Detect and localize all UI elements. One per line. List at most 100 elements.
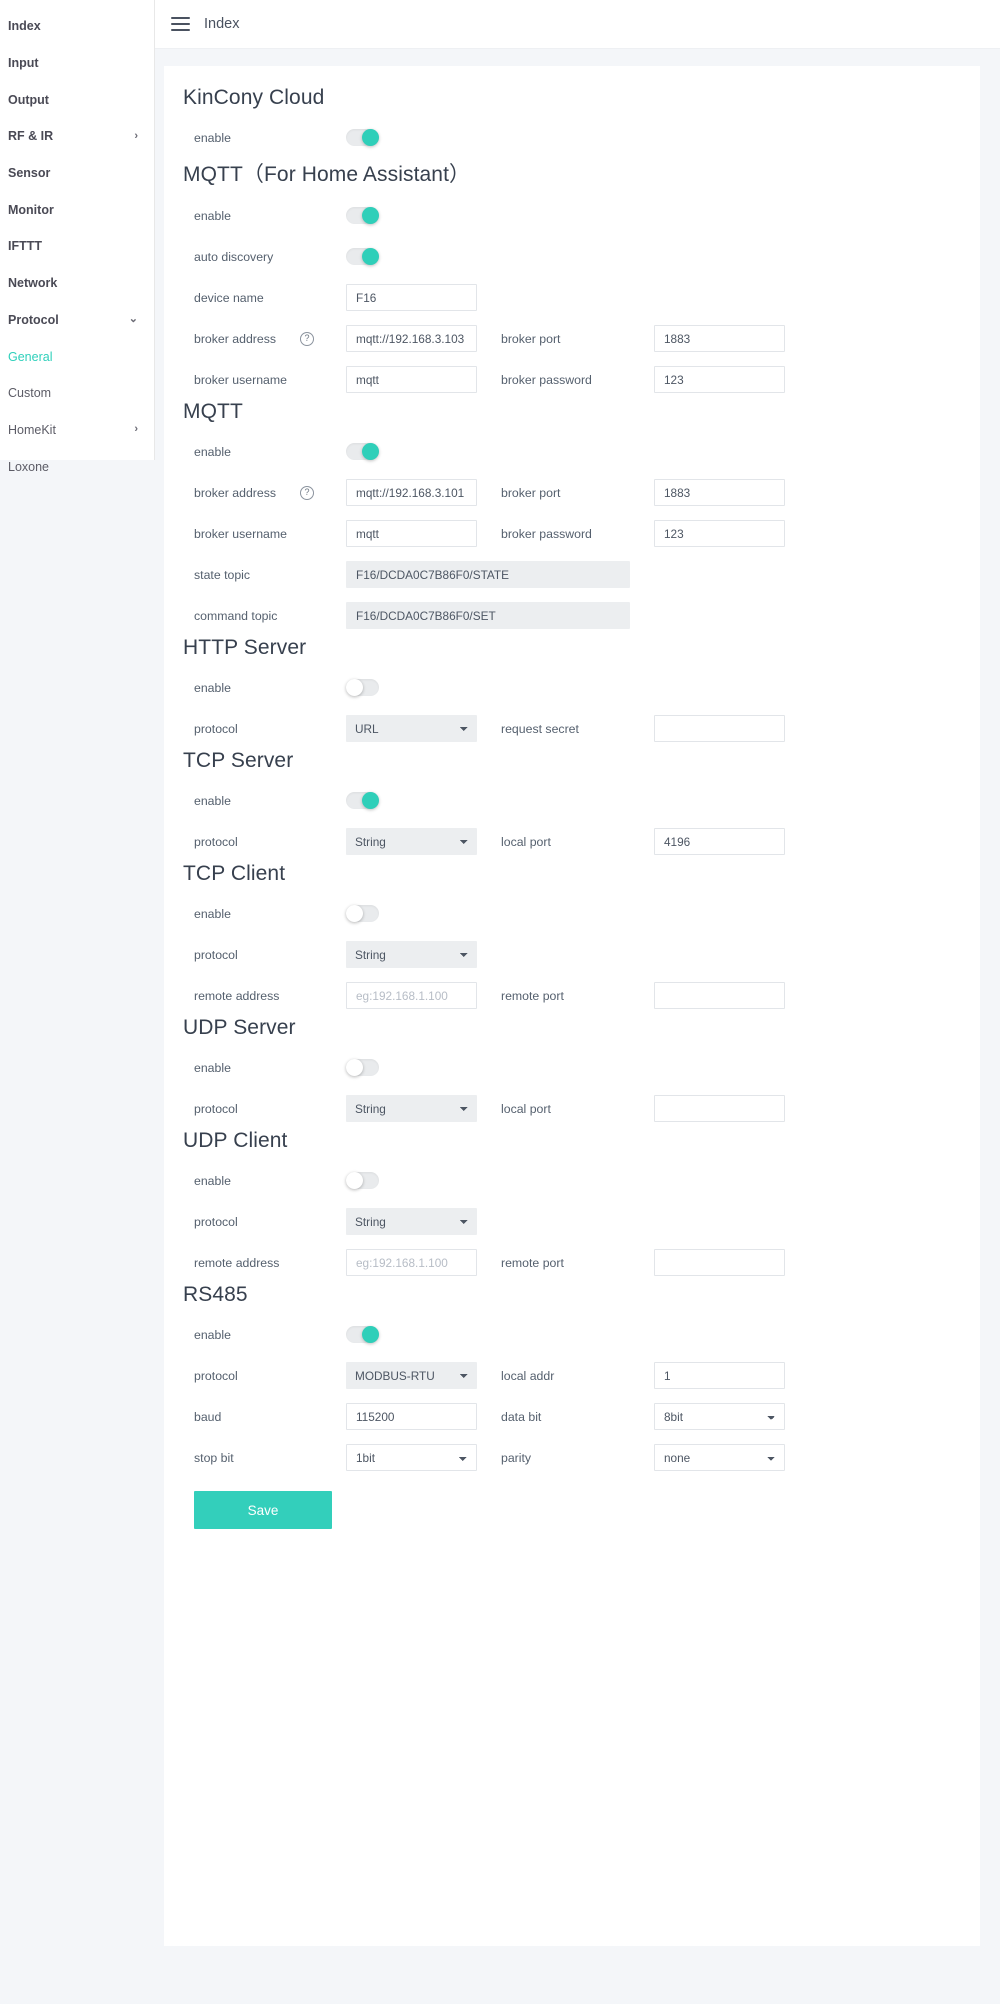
input-mqtt-ha-broker-port[interactable] — [654, 325, 785, 352]
input-rs485-local-addr[interactable] — [654, 1362, 785, 1389]
sidebar-item-sensor[interactable]: Sensor — [0, 155, 154, 192]
sidebar-item-monitor[interactable]: Monitor — [0, 191, 154, 228]
sidebar-item-loxone[interactable]: Loxone — [0, 448, 154, 485]
section-title-tcp-server: TCP Server — [183, 749, 294, 772]
label-text: broker address — [194, 485, 277, 500]
sidebar-item-label: IFTTT — [8, 239, 43, 254]
sidebar-item-label: Network — [8, 276, 58, 291]
label-text: broker address — [194, 331, 277, 346]
input-tcp-client-remote-port[interactable] — [654, 982, 785, 1009]
toggle-tcp-server-enable[interactable] — [346, 792, 379, 809]
save-button[interactable]: Save — [194, 1491, 332, 1529]
sidebar-item-homekit[interactable]: HomeKit › — [0, 412, 154, 449]
select-udp-server-protocol[interactable]: StringHEXJSON — [346, 1095, 477, 1122]
sidebar-item-label: Protocol — [8, 312, 59, 327]
toggle-tcp-client-enable[interactable] — [346, 905, 379, 922]
input-udp-client-remote-port[interactable] — [654, 1249, 785, 1276]
settings-card: KinCony Cloud enable MQTT（For Home Assis… — [164, 66, 980, 1946]
label-mqtt-broker-address: broker address ? — [194, 485, 346, 500]
label-tcp-client-protocol: protocol — [194, 947, 238, 962]
row-http-server-enable: enable — [178, 667, 952, 708]
toggle-mqtt-ha-enable[interactable] — [346, 207, 379, 224]
row-mqtt-ha-broker-username: broker username broker password — [178, 359, 952, 400]
sidebar-item-label: Index — [8, 19, 41, 34]
label-tcp-server-protocol: protocol — [194, 834, 238, 849]
input-mqtt-ha-broker-address[interactable] — [346, 325, 477, 352]
select-tcp-server-protocol[interactable]: StringHEXJSONMODBUS-TCP — [346, 828, 477, 855]
input-rs485-baud[interactable] — [346, 1403, 477, 1430]
label-rs485-data-bit: data bit — [501, 1409, 542, 1424]
input-udp-client-remote-address[interactable] — [346, 1249, 477, 1276]
select-rs485-stop-bit[interactable]: 1bit1.5bit2bit — [346, 1444, 477, 1471]
row-rs485-protocol: protocol MODBUS-RTUStringHEX local addr — [178, 1355, 952, 1396]
input-mqtt-ha-broker-password[interactable] — [654, 366, 785, 393]
toggle-mqtt-enable[interactable] — [346, 443, 379, 460]
select-rs485-protocol[interactable]: MODBUS-RTUStringHEX — [346, 1362, 477, 1389]
label-rs485-local-addr: local addr — [501, 1368, 555, 1383]
row-tcp-client-protocol: protocol StringHEXJSONMODBUS-TCP — [178, 934, 952, 975]
toggle-rs485-enable[interactable] — [346, 1326, 379, 1343]
row-rs485-baud: baud data bit 8bit7bit6bit5bit — [178, 1396, 952, 1437]
toggle-udp-server-enable[interactable] — [346, 1059, 379, 1076]
sidebar-item-label: Custom — [8, 386, 52, 401]
chevron-right-icon: › — [134, 129, 138, 142]
toggle-mqtt-ha-auto-discovery[interactable] — [346, 248, 379, 265]
sidebar-item-index[interactable]: Index — [0, 8, 154, 45]
sidebar-item-general[interactable]: General — [0, 338, 154, 375]
row-udp-client-enable: enable — [178, 1160, 952, 1201]
input-mqtt-command-topic — [346, 602, 630, 629]
input-tcp-server-local-port[interactable] — [654, 828, 785, 855]
label-rs485-protocol: protocol — [194, 1368, 238, 1383]
sidebar-item-rf-and-ir[interactable]: RF & IR › — [0, 118, 154, 155]
section-title-rs485: RS485 — [183, 1283, 248, 1306]
label-mqtt-ha-broker-port: broker port — [501, 331, 561, 346]
label-mqtt-broker-port: broker port — [501, 485, 561, 500]
select-udp-client-protocol[interactable]: StringHEXJSON — [346, 1208, 477, 1235]
row-tcp-client-enable: enable — [178, 893, 952, 934]
section-title-mqtt: MQTT — [183, 400, 243, 423]
sidebar: Index Input Output RF & IR › Sensor Moni… — [0, 0, 155, 474]
label-tcp-server-enable: enable — [194, 793, 231, 808]
sidebar-item-ifttt[interactable]: IFTTT — [0, 228, 154, 265]
label-rs485-enable: enable — [194, 1327, 231, 1342]
input-mqtt-broker-port[interactable] — [654, 479, 785, 506]
sidebar-item-input[interactable]: Input — [0, 45, 154, 82]
row-mqtt-enable: enable — [178, 431, 952, 472]
select-http-server-protocol[interactable]: URLJSONStringHEX — [346, 715, 477, 742]
toggle-udp-client-enable[interactable] — [346, 1172, 379, 1189]
input-udp-server-local-port[interactable] — [654, 1095, 785, 1122]
toggle-kincony-cloud-enable[interactable] — [346, 129, 379, 146]
hamburger-icon[interactable] — [171, 17, 190, 31]
label-mqtt-command-topic: command topic — [194, 608, 278, 623]
select-rs485-data-bit[interactable]: 8bit7bit6bit5bit — [654, 1403, 785, 1430]
sidebar-item-output[interactable]: Output — [0, 81, 154, 118]
input-http-server-request-secret[interactable] — [654, 715, 785, 742]
input-mqtt-broker-password[interactable] — [654, 520, 785, 547]
sidebar-item-protocol[interactable]: Protocol ⌄ — [0, 302, 154, 339]
sidebar-item-network[interactable]: Network — [0, 265, 154, 302]
section-title-udp-client: UDP Client — [183, 1129, 288, 1152]
sidebar-item-label: Input — [8, 56, 39, 71]
help-icon[interactable]: ? — [300, 331, 315, 346]
sidebar-item-custom[interactable]: Custom — [0, 375, 154, 412]
section-title-kincony-cloud: KinCony Cloud — [183, 86, 325, 109]
label-udp-client-protocol: protocol — [194, 1214, 238, 1229]
row-rs485-enable: enable — [178, 1314, 952, 1355]
row-tcp-client-remote-address: remote address remote port — [178, 975, 952, 1016]
label-udp-client-enable: enable — [194, 1173, 231, 1188]
input-mqtt-ha-device-name[interactable] — [346, 284, 477, 311]
input-mqtt-state-topic — [346, 561, 630, 588]
row-tcp-server-protocol: protocol StringHEXJSONMODBUS-TCP local p… — [178, 821, 952, 862]
input-mqtt-broker-username[interactable] — [346, 520, 477, 547]
row-mqtt-ha-enable: enable — [178, 195, 952, 236]
label-http-server-enable: enable — [194, 680, 231, 695]
select-tcp-client-protocol[interactable]: StringHEXJSONMODBUS-TCP — [346, 941, 477, 968]
toggle-http-server-enable[interactable] — [346, 679, 379, 696]
input-mqtt-broker-address[interactable] — [346, 479, 477, 506]
chevron-down-icon: ⌄ — [128, 313, 138, 326]
label-rs485-parity: parity — [501, 1450, 532, 1465]
input-mqtt-ha-broker-username[interactable] — [346, 366, 477, 393]
input-tcp-client-remote-address[interactable] — [346, 982, 477, 1009]
select-rs485-parity[interactable]: noneoddeven — [654, 1444, 785, 1471]
help-icon[interactable]: ? — [300, 485, 315, 500]
